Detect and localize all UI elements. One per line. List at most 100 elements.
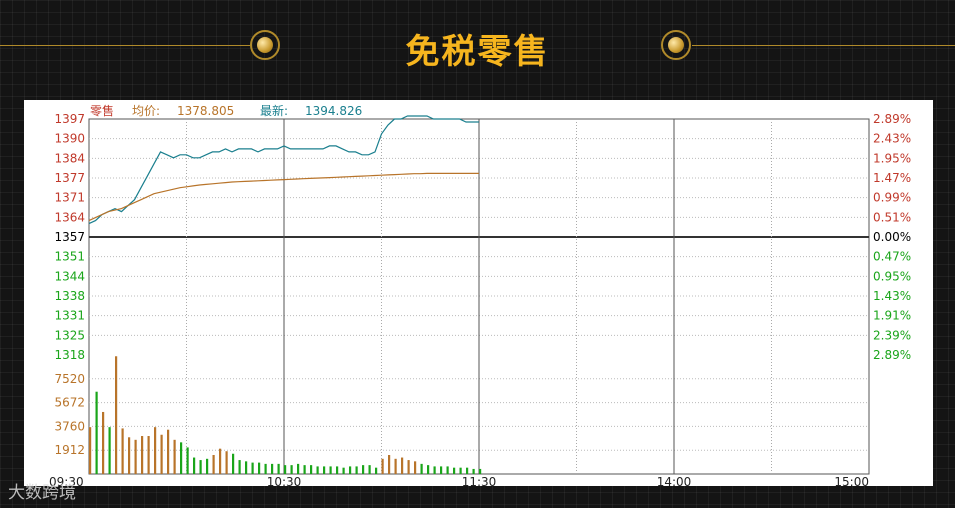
volume-bar (479, 468, 482, 474)
price-tick-label: 1351 (54, 250, 85, 264)
volume-bar (394, 458, 397, 474)
volume-bar (173, 439, 176, 474)
price-tick-label: 1390 (54, 132, 85, 146)
volume-bar (388, 455, 391, 474)
volume-bar (206, 458, 209, 474)
time-tick-label: 10:30 (267, 475, 302, 486)
volume-bar (342, 467, 345, 474)
time-tick-label: 11:30 (462, 475, 497, 486)
pct-tick-label: 2.39% (873, 328, 911, 342)
volume-bar (89, 427, 92, 474)
volume-bar (381, 458, 384, 474)
volume-bar (303, 465, 306, 474)
volume-bar (310, 465, 313, 474)
price-tick-label: 1364 (54, 210, 85, 224)
volume-bar (199, 460, 202, 474)
intraday-chart: 1397 2.89% 1390 2.43% 1384 1.95% 1377 1.47% 1371… (49, 103, 911, 489)
volume-bar (193, 457, 196, 474)
volume-bar (407, 460, 410, 474)
volume-bar (264, 463, 267, 474)
volume-bar (258, 462, 261, 474)
title-divider-right (692, 45, 955, 46)
volume-bar (277, 463, 280, 474)
volume-bar (212, 455, 215, 474)
price-tick-label: 1344 (54, 269, 85, 283)
time-tick-label: 14:00 (657, 475, 692, 486)
volume-bar (466, 467, 469, 474)
price-tick-label: 1357 (54, 230, 85, 244)
volume-tick-label: 7520 (54, 372, 85, 386)
volume-bar (284, 465, 287, 474)
volume-bar (472, 468, 475, 474)
volume-bar (271, 463, 274, 474)
volume-bar (336, 466, 339, 474)
volume-bar (225, 451, 228, 474)
volume-bar (368, 465, 371, 474)
time-tick-label: 15:00 (834, 475, 869, 486)
volume-bar (121, 428, 124, 474)
watermark: 大数跨境 (8, 483, 76, 503)
volume-bar (141, 436, 144, 474)
volume-bar (349, 466, 352, 474)
volume-bar (147, 436, 150, 474)
gold-coin-right-icon (661, 30, 691, 60)
volume-bar (427, 465, 430, 474)
last-price-value: 1394.826 (305, 104, 362, 118)
last-price-label: 最新: (260, 103, 288, 118)
volume-bar (297, 463, 300, 474)
pct-tick-label: 0.95% (873, 269, 911, 283)
pct-tick-label: 0.47% (873, 250, 911, 264)
volume-bar (414, 461, 417, 474)
volume-bar (433, 466, 436, 474)
price-tick-label: 1325 (54, 328, 85, 342)
volume-tick-label: 1912 (54, 443, 85, 457)
volume-bar (290, 465, 293, 474)
price-tick-label: 1318 (54, 348, 85, 362)
volume-bar (316, 466, 319, 474)
pct-tick-label: 2.43% (873, 132, 911, 146)
chart-name: 零售 (90, 103, 114, 118)
pct-tick-label: 1.43% (873, 289, 911, 303)
price-tick-label: 1331 (54, 309, 85, 323)
volume-bar (180, 442, 183, 474)
volume-bar (459, 467, 462, 474)
volume-bar (440, 466, 443, 474)
volume-bar (167, 429, 170, 474)
volume-bar (329, 466, 332, 474)
volume-bar (154, 427, 157, 474)
page-title: 免税零售 (405, 32, 550, 72)
volume-bar (232, 453, 235, 474)
volume-bar (95, 391, 98, 474)
volume-bar (251, 462, 254, 474)
pct-tick-label: 2.89% (873, 112, 911, 126)
volume-bar (453, 467, 456, 474)
volume-bar (160, 434, 163, 474)
pct-tick-label: 1.95% (873, 151, 911, 165)
volume-bar (238, 460, 241, 474)
volume-bar (362, 465, 365, 474)
pct-tick-label: 2.89% (873, 348, 911, 362)
pct-tick-label: 0.00% (873, 230, 911, 244)
volume-bar (108, 427, 111, 474)
avg-price-label: 均价: (132, 104, 160, 118)
volume-bar (134, 439, 137, 474)
price-tick-label: 1371 (54, 191, 85, 205)
intraday-chart-panel: 1397 2.89% 1390 2.43% 1384 1.95% 1377 1.47% 1371… (24, 100, 933, 489)
volume-bar (219, 448, 222, 474)
volume-bar (420, 463, 423, 474)
volume-bar (446, 466, 449, 474)
volume-bar (128, 437, 131, 474)
price-tick-label: 1377 (54, 171, 85, 185)
volume-bar (186, 447, 189, 474)
volume-tick-label: 5672 (54, 396, 85, 410)
pct-tick-label: 1.91% (873, 309, 911, 323)
volume-bar (115, 356, 118, 474)
price-tick-label: 1338 (54, 289, 85, 303)
volume-tick-label: 3760 (54, 419, 85, 433)
volume-bar (375, 467, 378, 474)
price-tick-label: 1397 (54, 112, 85, 126)
price-tick-label: 1384 (54, 151, 85, 165)
volume-bar (401, 457, 404, 474)
pct-tick-label: 0.51% (873, 210, 911, 224)
volume-bar (355, 466, 358, 474)
